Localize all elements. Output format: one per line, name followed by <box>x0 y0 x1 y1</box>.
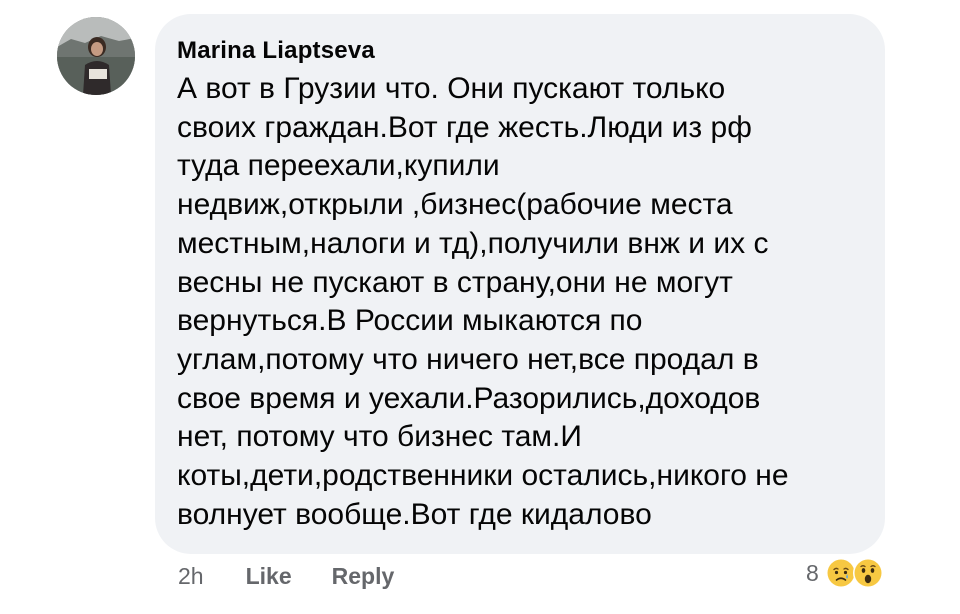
comment-line: коты,дети,родственники остались,никого н… <box>177 459 789 493</box>
comment-line: свое время и уехали.Разорились,доходов <box>177 381 761 415</box>
comment-author[interactable]: Marina Liaptseva <box>177 36 861 66</box>
comment-line: недвиж,открыли ,бизнес(рабочие места <box>177 188 733 222</box>
comment-line: вернуться.В России мыкаются по <box>177 304 643 338</box>
reaction-count: 8 <box>806 559 819 586</box>
comment-line: нет, потому что бизнес там.И <box>177 420 582 454</box>
comment-line: местным,налоги и тд),получили внж и их с <box>177 226 769 260</box>
comment-line: своих граждан.Вот где жесть.Люди из рф <box>177 110 752 144</box>
comment-actions: 2h Like Reply <box>178 563 394 590</box>
avatar-photo <box>57 17 135 95</box>
author-avatar[interactable] <box>57 17 135 95</box>
comment-timestamp[interactable]: 2h <box>178 563 204 590</box>
comment-line: туда переехали,купили <box>177 149 500 183</box>
comment-line: А вот в Грузии что. Они пускают только <box>177 72 726 105</box>
reply-button[interactable]: Reply <box>332 563 395 590</box>
like-button[interactable]: Like <box>246 563 292 590</box>
comment-line: углам,потому что ничего нет,все продал в <box>177 342 759 376</box>
reactions-summary[interactable]: 8 <box>806 557 884 589</box>
comment-line: весны не пускают в страну,они не могут <box>177 265 733 299</box>
wow-reaction-icon <box>852 558 883 588</box>
comment-text: А вот в Грузии что. Они пускают только с… <box>177 70 861 534</box>
comment-bubble: Marina Liaptseva А вот в Грузии что. Они… <box>155 14 885 554</box>
comment-line: волнует вообще.Вот где кидалово <box>177 497 652 531</box>
